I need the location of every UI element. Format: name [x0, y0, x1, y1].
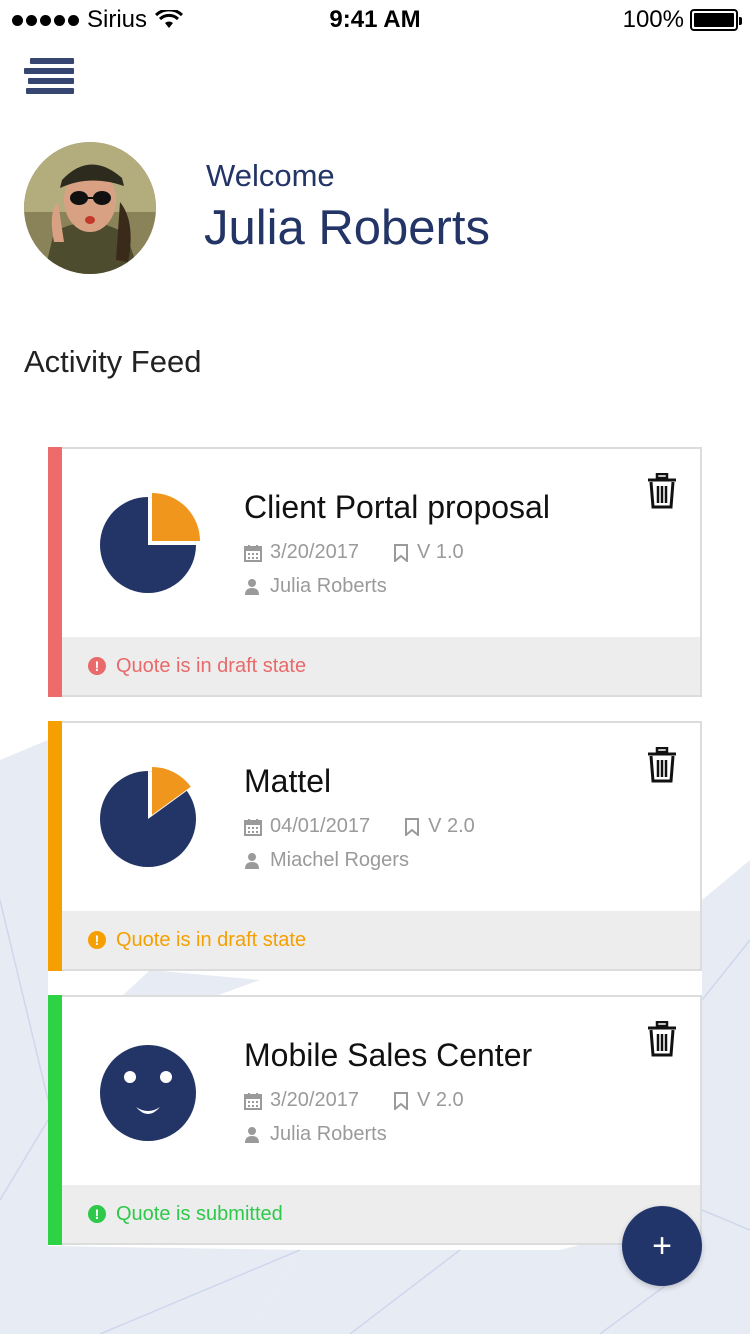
- card-title: Client Portal proposal: [244, 489, 550, 525]
- trash-icon[interactable]: [646, 1021, 678, 1057]
- card-title: Mobile Sales Center: [244, 1037, 533, 1073]
- activity-card[interactable]: Mobile Sales Center 3/20/2017 V 2.0 Juli…: [48, 995, 702, 1245]
- avatar-image: [24, 142, 156, 274]
- card-status-bar: ! Quote is submitted: [62, 1185, 700, 1243]
- card-owner: Julia Roberts: [244, 575, 387, 598]
- status-accent-bar: [48, 447, 62, 697]
- add-button[interactable]: +: [622, 1206, 702, 1286]
- user-name: Julia Roberts: [204, 201, 490, 255]
- user-icon: [245, 852, 259, 869]
- card-owner-name: Miachel Rogers: [270, 849, 409, 871]
- smiley-face-icon: [100, 1045, 196, 1141]
- card-owner: Miachel Rogers: [244, 849, 409, 872]
- activity-feed-title: Activity Feed: [24, 344, 202, 379]
- activity-card[interactable]: Mattel 04/01/2017 V 2.0 Miachel Rogers !…: [48, 721, 702, 971]
- card-title: Mattel: [244, 763, 332, 799]
- card-status-bar: ! Quote is in draft state: [62, 911, 700, 969]
- pie-chart-icon: [100, 767, 196, 867]
- activity-card[interactable]: Client Portal proposal 3/20/2017 V 1.0 J…: [48, 447, 702, 697]
- trash-icon[interactable]: [646, 747, 678, 783]
- battery-icon: [690, 9, 742, 31]
- card-status-text: Quote is in draft state: [116, 654, 307, 677]
- card-owner-name: Julia Roberts: [270, 1123, 387, 1145]
- card-owner: Julia Roberts: [244, 1123, 387, 1146]
- battery-percent: 100%: [622, 6, 684, 33]
- alert-icon: !: [88, 657, 106, 675]
- card-status-text: Quote is in draft state: [116, 928, 307, 951]
- status-bar: Sirius 9:41 AM 100%: [0, 0, 750, 40]
- card-date: 3/20/2017: [270, 541, 359, 563]
- card-version: V 2.0: [428, 815, 475, 837]
- status-accent-bar: [48, 721, 62, 971]
- card-version: V 1.0: [416, 541, 464, 563]
- bookmark-icon: [393, 543, 408, 562]
- card-status-bar: ! Quote is in draft state: [62, 637, 700, 695]
- calendar-icon: [244, 544, 262, 562]
- card-date: 04/01/2017: [270, 815, 371, 837]
- alert-icon: !: [88, 931, 106, 949]
- avatar[interactable]: [24, 142, 156, 274]
- card-version: V 2.0: [416, 1089, 464, 1111]
- pie-remaining-slice: [152, 493, 200, 541]
- plus-icon: +: [652, 1226, 672, 1265]
- calendar-icon: [244, 818, 262, 836]
- card-meta: 3/20/2017 V 2.0: [244, 1089, 464, 1112]
- bookmark-icon: [405, 817, 420, 836]
- status-accent-bar: [48, 995, 62, 1245]
- calendar-icon: [244, 1092, 262, 1110]
- user-icon: [245, 1126, 259, 1143]
- pie-chart-icon: [100, 493, 200, 593]
- trash-icon[interactable]: [646, 473, 678, 509]
- card-status-text: Quote is submitted: [116, 1202, 283, 1225]
- card-meta: 04/01/2017 V 2.0: [244, 815, 475, 838]
- card-date: 3/20/2017: [270, 1089, 359, 1111]
- battery-group: 100%: [622, 6, 742, 34]
- user-icon: [245, 578, 259, 595]
- card-meta: 3/20/2017 V 1.0: [244, 541, 464, 564]
- bookmark-icon: [393, 1091, 408, 1110]
- hamburger-menu-icon[interactable]: [24, 58, 74, 100]
- card-owner-name: Julia Roberts: [270, 575, 387, 597]
- alert-icon: !: [88, 1205, 106, 1223]
- welcome-label: Welcome: [206, 158, 335, 193]
